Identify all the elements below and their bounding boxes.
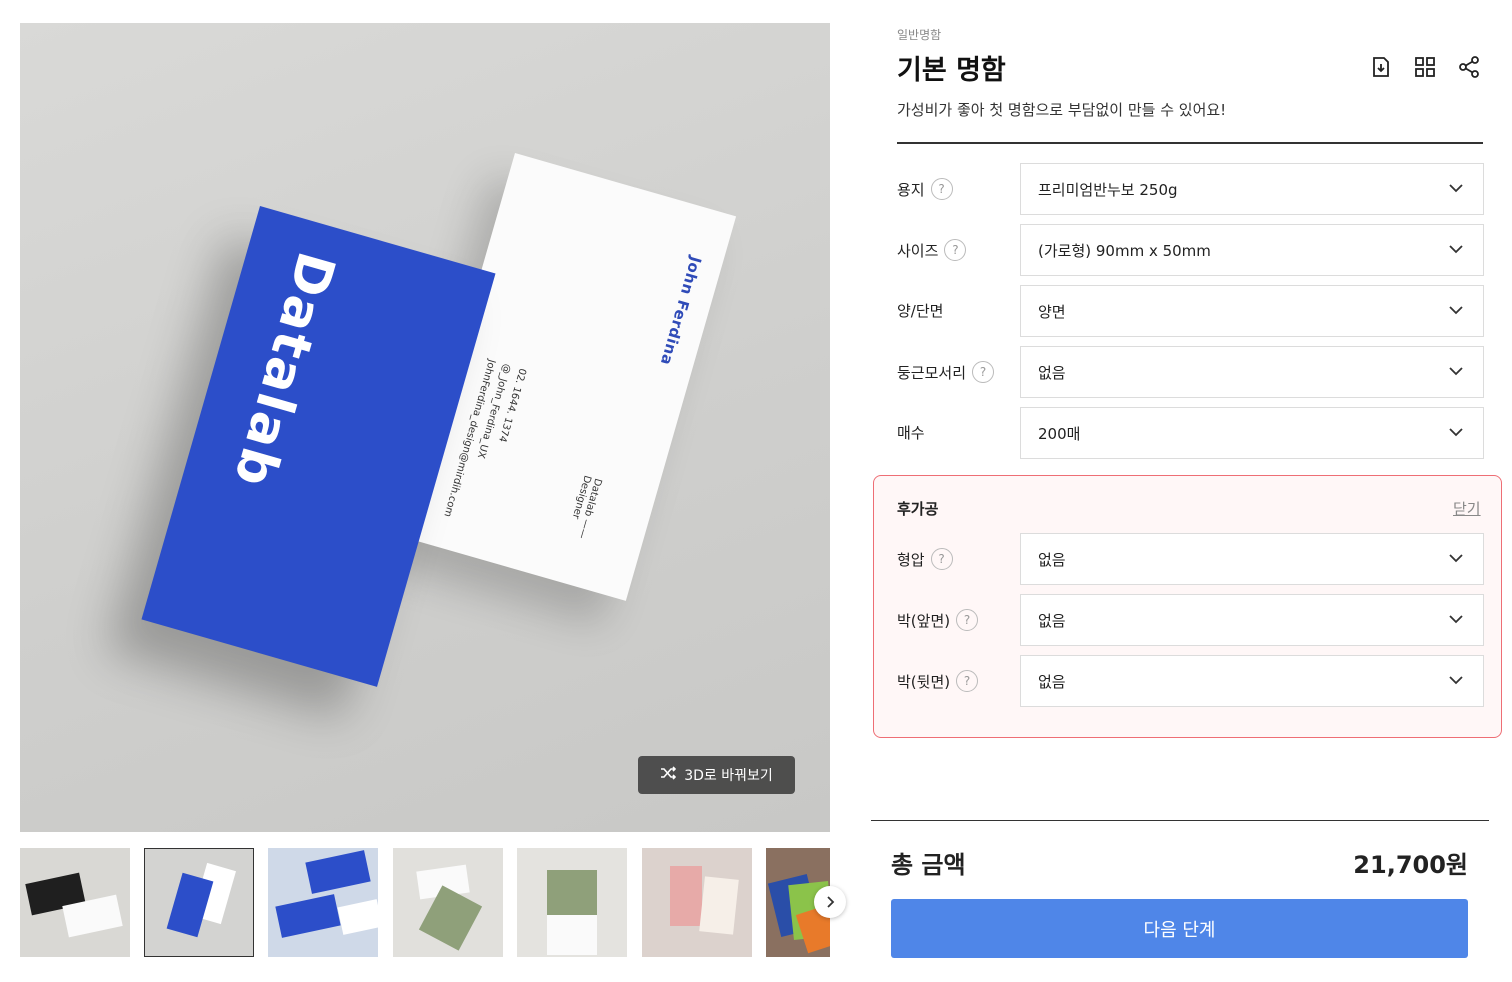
header-divider xyxy=(897,142,1483,144)
chevron-down-icon xyxy=(1449,428,1463,437)
option-row-paper: 용지 ? 프리미엄반누보 250g xyxy=(897,163,1484,215)
option-row-foil-back: 박(뒷면) ? 없음 xyxy=(897,655,1484,707)
option-label: 매수 xyxy=(897,424,925,442)
view-3d-button[interactable]: 3D로 바꿔보기 xyxy=(638,756,795,794)
select-value: 없음 xyxy=(1038,363,1066,382)
emboss-select[interactable]: 없음 xyxy=(1020,533,1484,585)
chevron-down-icon xyxy=(1449,367,1463,376)
option-label: 용지 xyxy=(897,180,925,199)
product-toolbar xyxy=(1366,52,1484,82)
option-label: 형압 xyxy=(897,550,925,569)
total-price: 21,700원 xyxy=(1353,851,1468,879)
thumbnail-5[interactable] xyxy=(517,848,627,957)
view-3d-label: 3D로 바꿔보기 xyxy=(684,768,773,784)
chevron-down-icon xyxy=(1449,184,1463,193)
quantity-select[interactable]: 200매 xyxy=(1020,407,1484,459)
chevron-down-icon xyxy=(1449,306,1463,315)
option-label: 사이즈 xyxy=(897,241,939,260)
paper-select[interactable]: 프리미엄반누보 250g xyxy=(1020,163,1484,215)
option-row-emboss: 형압 ? 없음 xyxy=(897,533,1484,585)
option-row-size: 사이즈 ? (가로형) 90mm x 50mm xyxy=(897,224,1484,276)
sides-select[interactable]: 양면 xyxy=(1020,285,1484,337)
product-title: 기본 명함 xyxy=(897,55,1006,86)
help-icon[interactable]: ? xyxy=(956,609,979,631)
thumbnail-next-button[interactable] xyxy=(814,886,846,918)
thumbnail-4[interactable] xyxy=(393,848,503,957)
post-processing-close-link[interactable]: 닫기 xyxy=(1453,498,1481,519)
round-corner-select[interactable]: 없음 xyxy=(1020,346,1484,398)
select-value: 없음 xyxy=(1038,550,1066,569)
thumbnail-6[interactable] xyxy=(642,848,752,957)
thumbnail-strip xyxy=(20,848,830,957)
select-value: (가로형) 90mm x 50mm xyxy=(1038,241,1211,260)
product-subtitle: 가성비가 좋아 첫 명함으로 부담없이 만들 수 있어요! xyxy=(897,101,1227,119)
select-value: 없음 xyxy=(1038,672,1066,691)
card-role-text: Datalab —— Designer xyxy=(569,473,604,540)
select-value: 없음 xyxy=(1038,611,1066,630)
option-row-sides: 양/단면 양면 xyxy=(897,285,1484,337)
thumbnail-3[interactable] xyxy=(268,848,378,957)
share-icon[interactable] xyxy=(1454,52,1484,82)
chevron-down-icon xyxy=(1449,676,1463,685)
option-row-foil-front: 박(앞면) ? 없음 xyxy=(897,594,1484,646)
option-row-round-corner: 둥근모서리 ? 없음 xyxy=(897,346,1484,398)
chevron-down-icon xyxy=(1449,615,1463,624)
select-value: 양면 xyxy=(1038,302,1066,321)
thumbnail-2[interactable] xyxy=(144,848,254,957)
thumbnail-1[interactable] xyxy=(20,848,130,957)
option-row-quantity: 매수 200매 xyxy=(897,407,1484,459)
select-value: 프리미엄반누보 250g xyxy=(1038,180,1178,199)
chevron-down-icon xyxy=(1449,245,1463,254)
business-card-front: Datalab xyxy=(141,206,496,687)
card-name-text: John Ferdina xyxy=(656,254,706,368)
size-select[interactable]: (가로형) 90mm x 50mm xyxy=(1020,224,1484,276)
chevron-right-icon xyxy=(824,893,836,912)
foil-back-select[interactable]: 없음 xyxy=(1020,655,1484,707)
option-label: 박(앞면) xyxy=(897,611,951,630)
download-icon[interactable] xyxy=(1366,52,1396,82)
shuffle-icon xyxy=(660,765,677,785)
total-divider xyxy=(871,820,1489,821)
help-icon[interactable]: ? xyxy=(972,361,995,383)
chevron-down-icon xyxy=(1449,554,1463,563)
grid-icon[interactable] xyxy=(1410,52,1440,82)
product-main-image: John Ferdina 02. 1644. 1374 @_John_Ferdi… xyxy=(20,23,830,832)
help-icon[interactable]: ? xyxy=(930,548,953,570)
total-label: 총 금액 xyxy=(891,851,966,879)
help-icon[interactable]: ? xyxy=(944,239,967,261)
help-icon[interactable]: ? xyxy=(930,178,953,200)
option-label: 둥근모서리 xyxy=(897,363,967,382)
select-value: 200매 xyxy=(1038,424,1081,443)
card-logo-text: Datalab xyxy=(221,245,346,495)
option-label: 박(뒷면) xyxy=(897,672,951,691)
help-icon[interactable]: ? xyxy=(956,670,979,692)
foil-front-select[interactable]: 없음 xyxy=(1020,594,1484,646)
next-step-button[interactable]: 다음 단계 xyxy=(891,899,1468,958)
option-label: 양/단면 xyxy=(897,302,944,320)
product-category: 일반명함 xyxy=(897,28,942,42)
post-processing-title: 후가공 xyxy=(897,500,939,518)
